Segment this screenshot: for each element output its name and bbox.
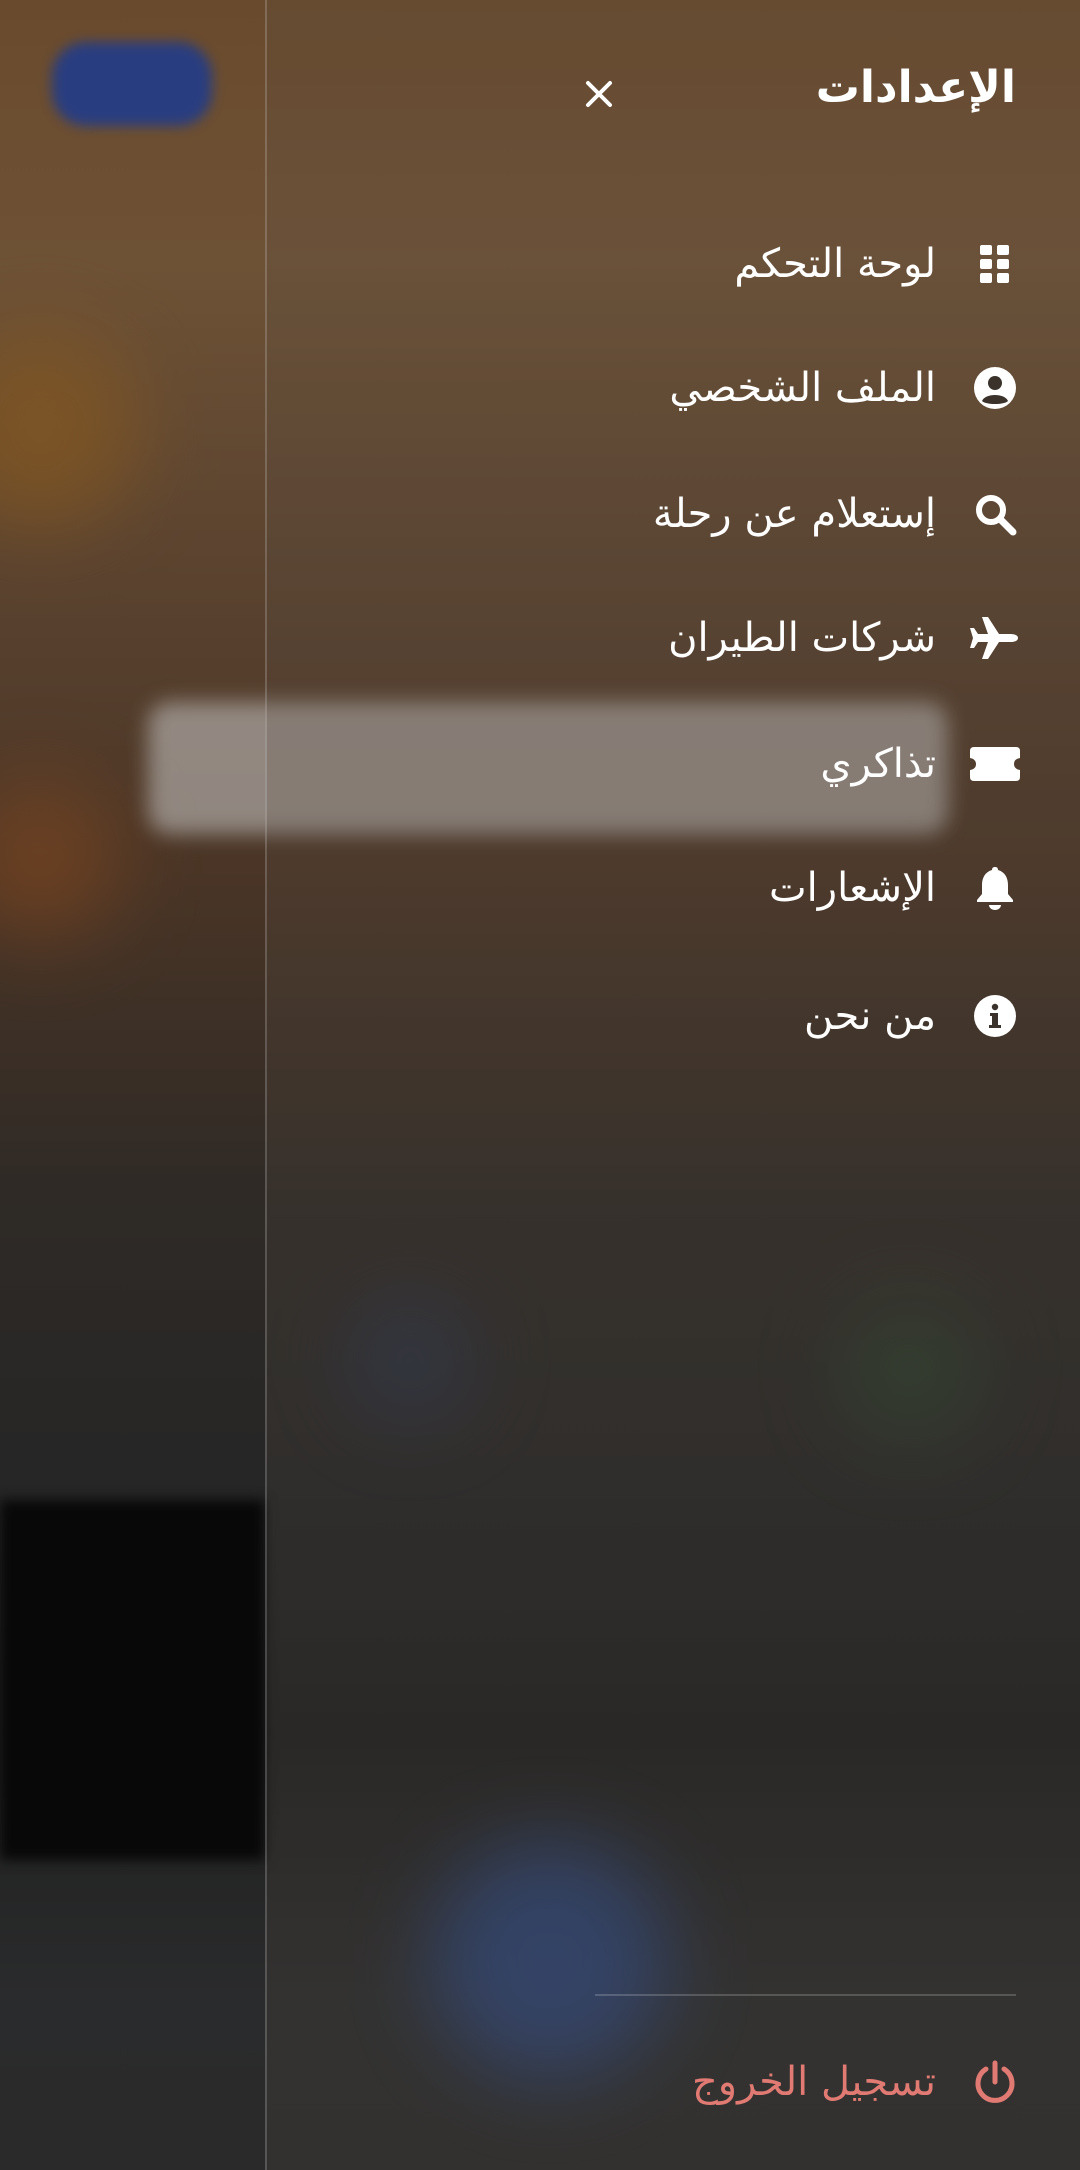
dashboard-grid-icon [970,239,1020,289]
logout-button[interactable]: تسجيل الخروج [400,2042,1020,2122]
drawer-title: الإعدادات [815,62,1016,113]
close-button[interactable] [577,72,621,116]
background-dark-panel [0,1500,265,1860]
menu-item-dashboard[interactable]: لوحة التحكم [400,224,1020,304]
power-icon [970,2057,1020,2107]
menu-item-label: من نحن [804,993,936,1039]
menu-item-label: إستعلام عن رحلة [652,491,936,537]
menu-item-label: لوحة التحكم [734,241,936,287]
menu-item-label: شركات الطيران [668,615,936,661]
airplane-icon [970,613,1020,663]
divider [595,1994,1016,1996]
background-button [52,42,212,126]
user-circle-icon [970,363,1020,413]
menu-item-tickets[interactable]: تذاكري [400,724,1020,804]
menu-item-about[interactable]: من نحن [400,976,1020,1056]
menu-item-label: الملف الشخصي [669,365,936,411]
menu-item-airlines[interactable]: شركات الطيران [400,598,1020,678]
menu-item-profile[interactable]: الملف الشخصي [400,348,1020,428]
info-icon [970,991,1020,1041]
search-icon [970,489,1020,539]
settings-drawer: الإعدادات لوحة التحكم الملف الشخصي إستعل… [265,0,1080,2170]
menu-item-flight-inquiry[interactable]: إستعلام عن رحلة [400,474,1020,554]
menu-item-notifications[interactable]: الإشعارات [400,848,1020,928]
bell-icon [970,863,1020,913]
close-icon [586,81,612,107]
menu-item-label: تذاكري [820,741,936,787]
background-glow [0,330,140,530]
background-glow [0,780,120,940]
ticket-icon [970,739,1020,789]
app-screen: الإعدادات لوحة التحكم الملف الشخصي إستعل… [0,0,1080,2170]
logout-label: تسجيل الخروج [691,2059,936,2105]
menu-item-label: الإشعارات [768,865,936,911]
